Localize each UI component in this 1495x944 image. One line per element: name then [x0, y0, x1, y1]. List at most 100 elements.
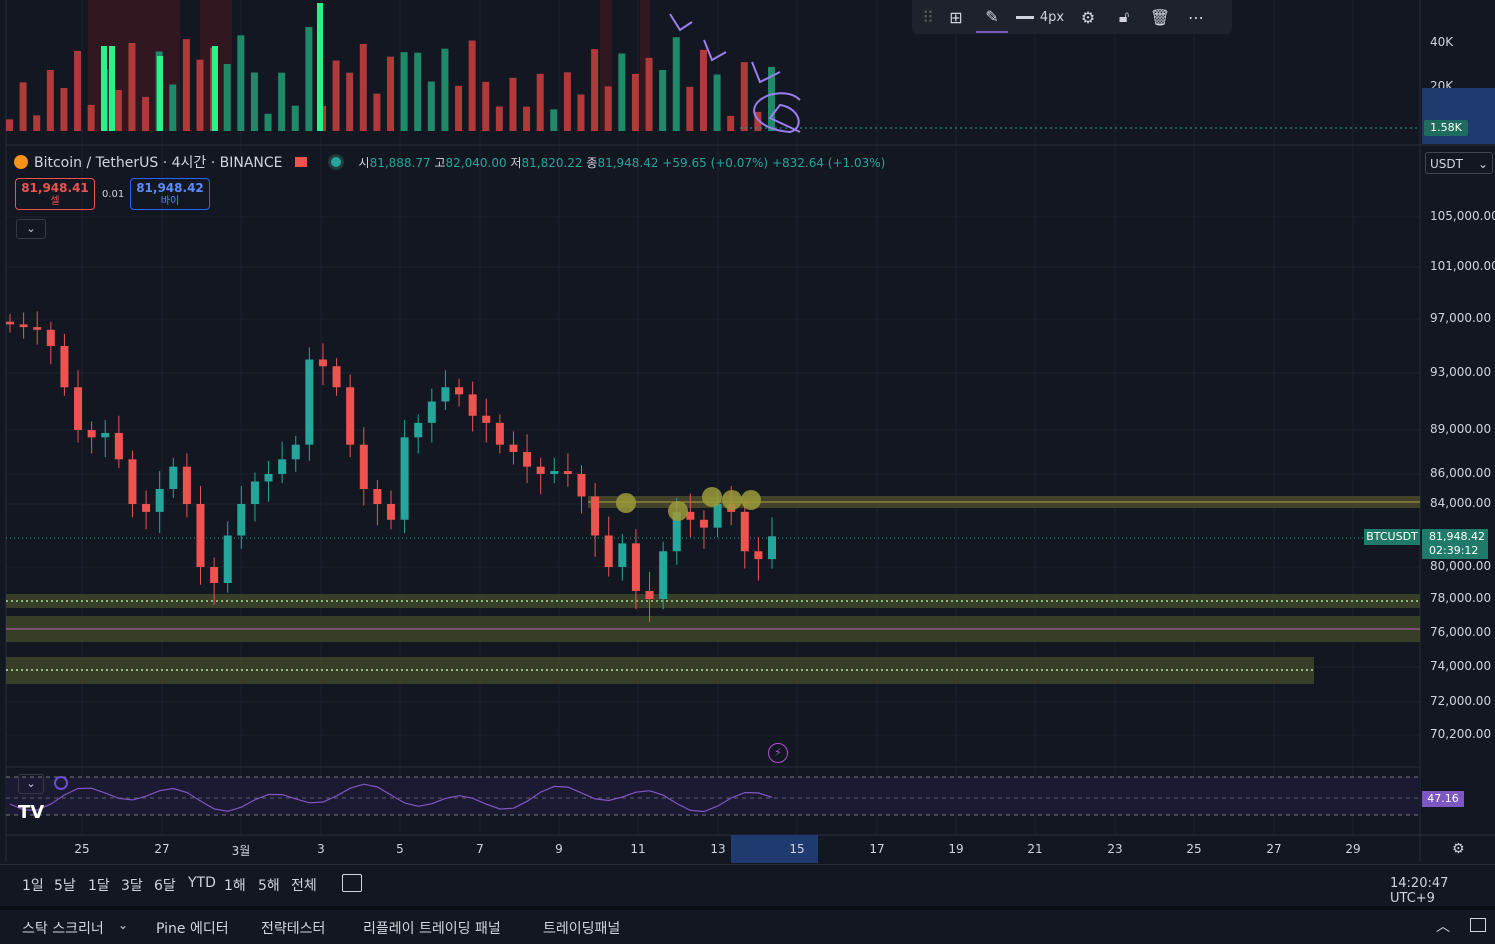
candle-body	[19, 324, 28, 328]
candle-body	[250, 481, 259, 504]
volume-bar	[550, 109, 558, 131]
buy-label: 바이	[160, 196, 180, 207]
price-axis-label: 86,000.00	[1430, 466, 1492, 480]
volume-bar	[223, 64, 231, 131]
range-button[interactable]: 1일	[22, 875, 44, 895]
maximize-icon[interactable]	[1470, 918, 1486, 932]
price-chart[interactable]	[0, 0, 1495, 940]
marker-circle	[616, 493, 636, 513]
chevron-down-icon[interactable]: ⌄	[118, 918, 128, 932]
unlock-icon[interactable]: 🔓︎	[1108, 2, 1140, 32]
candle-body	[128, 459, 137, 504]
candle-body	[536, 466, 545, 474]
candle-body	[550, 471, 559, 474]
volume-axis-label: 40K	[1430, 35, 1454, 49]
volume-bar	[387, 56, 394, 131]
trash-icon[interactable]: 🗑︎	[1144, 2, 1176, 32]
settings-icon[interactable]: ⚙	[1072, 2, 1104, 32]
marker-circle	[668, 501, 688, 521]
volume-bar	[482, 81, 490, 131]
volume-bar	[604, 86, 612, 131]
candle-body	[373, 489, 382, 504]
range-button[interactable]: 1해	[224, 875, 246, 895]
sell-label: 셀	[50, 196, 60, 207]
range-button[interactable]: 5날	[54, 875, 76, 895]
quantity-value[interactable]: 0.01	[102, 189, 124, 200]
marker-circle	[722, 490, 742, 510]
range-button[interactable]: 전체	[291, 875, 317, 895]
volume-current-tag: 1.58K	[1424, 120, 1468, 136]
bottom-tab[interactable]: Pine 에디터	[156, 918, 229, 938]
volume-bar	[142, 96, 150, 131]
more-icon[interactable]: ⋯	[1180, 2, 1212, 32]
line-width-button[interactable]: 4px	[1012, 2, 1068, 32]
volume-bar	[196, 59, 204, 131]
candle-body	[482, 415, 491, 423]
alert-lightning-icon[interactable]: ⚡	[768, 743, 788, 763]
candle-body	[645, 591, 654, 599]
time-axis-label: 5	[396, 842, 404, 856]
candle-body	[400, 437, 409, 520]
candle-body	[359, 444, 368, 489]
volume-bar	[101, 46, 107, 131]
candle-body	[318, 359, 327, 367]
volume-bar	[441, 48, 449, 131]
volume-bar	[169, 84, 177, 131]
buy-button[interactable]: 81,948.42 바이	[130, 178, 210, 210]
volume-bar	[563, 72, 571, 131]
range-button[interactable]: 3달	[121, 875, 143, 895]
template-icon[interactable]: ⊞	[940, 2, 972, 32]
chevron-up-icon[interactable]: ︿	[1436, 916, 1450, 936]
currency-select[interactable]: USDT ⌄	[1425, 152, 1493, 174]
time-axis-label: 15	[789, 842, 805, 856]
volume-bar	[495, 106, 503, 131]
clock[interactable]: 14:20:47 UTC+9	[1390, 876, 1495, 906]
rsi-value-tag: 47.16	[1422, 791, 1464, 807]
tradingview-logo[interactable]: TV	[18, 802, 44, 823]
time-axis-label: 29	[1345, 842, 1361, 856]
range-button[interactable]: 6달	[154, 875, 176, 895]
candle-body	[87, 430, 96, 438]
time-axis-label: 3월	[231, 844, 251, 858]
bottom-panel-tabs: 스탁 스크리너 Pine 에디터 전략테스터 리플레이 트레이딩 패널 트레이딩패널 ⌄…	[0, 906, 1495, 944]
rsi-collapse-chevron-icon[interactable]: ⌄	[18, 774, 44, 794]
volume-bar	[672, 37, 680, 131]
ohlc-values: 시81,888.77 고82,040.00 저81,820.22 종81,948…	[358, 155, 886, 170]
time-axis-label: 19	[948, 842, 964, 856]
bottom-tab[interactable]: 전략테스터	[261, 918, 325, 938]
last-price-tag: 81,948.42 02:39:12	[1422, 529, 1488, 559]
axis-settings-icon[interactable]: ⚙	[1452, 841, 1465, 857]
candle-body	[114, 432, 123, 460]
time-axis-label: 9	[555, 842, 563, 856]
time-axis-label: 23	[1107, 842, 1123, 856]
line-width-icon	[1015, 15, 1034, 19]
bottom-tab[interactable]: 트레이딩패널	[543, 918, 620, 938]
time-axis-label: 13	[710, 842, 726, 856]
volume-bar	[182, 39, 190, 131]
range-button[interactable]: 5해	[258, 875, 280, 895]
range-button[interactable]: YTD	[188, 875, 216, 891]
calendar-icon[interactable]	[342, 874, 362, 892]
bottom-tab[interactable]: 스탁 스크리너	[22, 918, 104, 938]
candle-body	[754, 551, 763, 560]
collapse-chevron-icon[interactable]: ⌄	[16, 219, 46, 239]
price-axis-label: 93,000.00	[1430, 365, 1492, 379]
candle-body	[196, 504, 205, 567]
flag-icon[interactable]	[294, 157, 307, 167]
candle-body	[468, 394, 477, 416]
bottom-tab[interactable]: 리플레이 트레이딩 패널	[363, 918, 501, 938]
symbol-title[interactable]: Bitcoin / TetherUS · 4시간 · BINANCE	[34, 152, 283, 172]
candle-body	[6, 321, 14, 325]
bitcoin-icon	[14, 155, 28, 169]
price-axis-label: 76,000.00	[1430, 625, 1492, 639]
sell-price: 81,948.41	[21, 181, 89, 195]
range-button[interactable]: 1달	[88, 875, 110, 895]
range-bar: 1일 5날 1달 3달 6달 YTD 1해 5해 전체 14:20:47 UTC+9	[0, 864, 1495, 906]
sell-button[interactable]: 81,948.41 셀	[15, 178, 95, 210]
candle-body	[740, 511, 749, 552]
pencil-icon[interactable]: ✎	[976, 1, 1008, 33]
volume-bar	[427, 81, 435, 131]
drag-handle-icon[interactable]: ⠿	[920, 2, 936, 32]
candle-body	[631, 543, 640, 591]
volume-bar	[278, 72, 286, 131]
